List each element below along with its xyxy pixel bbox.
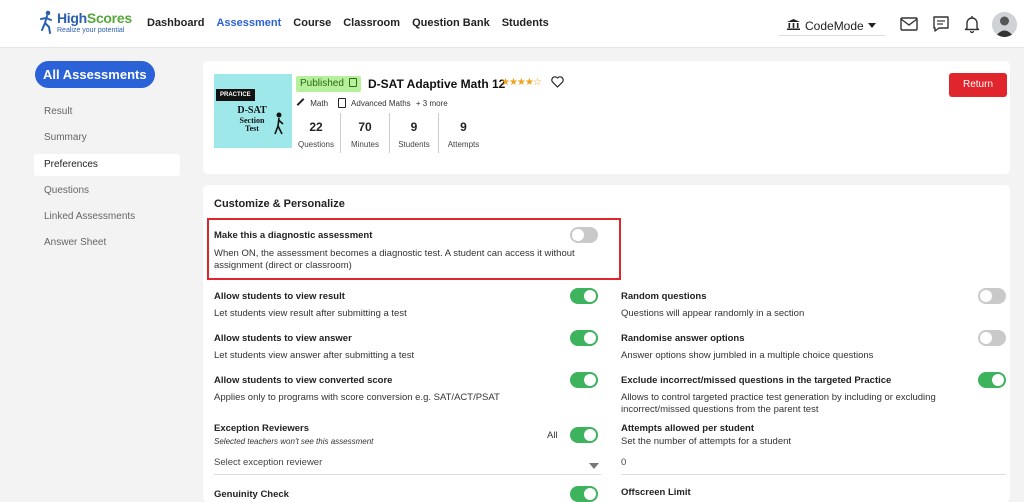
nav-course[interactable]: Course [293, 17, 331, 29]
sidebar-item-questions[interactable]: Questions [34, 180, 180, 202]
pencil-icon [296, 98, 305, 106]
stat-attempts: 9 Attempts [447, 120, 480, 149]
sidebar-item-result[interactable]: Result [34, 101, 180, 123]
logo-tagline: Realize your potential [57, 27, 125, 34]
chevron-down-icon [589, 463, 599, 469]
view-answer-toggle[interactable] [570, 330, 598, 346]
sidebar: All Assessments Result Summary Preferenc… [0, 48, 190, 502]
view-answer-option: Allow students to view answer Let studen… [214, 333, 415, 361]
mode-selector[interactable]: CodeMode [779, 14, 885, 36]
view-result-option: Allow students to view result Let studen… [214, 291, 407, 319]
main-nav: Dashboard Assessment Course Classroom Qu… [147, 17, 561, 29]
attempts-input[interactable]: 0 [621, 457, 1006, 475]
assessment-header-card: PRACTICE D-SAT Section Test Published D-… [203, 61, 1010, 174]
user-avatar[interactable] [992, 12, 1017, 37]
exclude-incorrect-toggle[interactable] [978, 372, 1006, 388]
top-navbar: HighScores Realize your potential Dashbo… [0, 0, 1024, 48]
bell-icon[interactable] [962, 14, 982, 34]
more-topics-link[interactable]: + 3 more [416, 99, 448, 108]
assessment-title: D-SAT Adaptive Math 12 [368, 77, 506, 91]
heart-icon[interactable] [551, 76, 564, 88]
logo-name: HighScores [57, 10, 132, 26]
topic-label: Advanced Maths [351, 99, 411, 108]
sidebar-item-preferences[interactable]: Preferences [34, 154, 180, 176]
all-assessments-button[interactable]: All Assessments [35, 61, 155, 88]
randomise-options-toggle[interactable] [978, 330, 1006, 346]
genuinity-check-option: Genuinity Check [214, 489, 289, 500]
settings-heading: Customize & Personalize [214, 198, 345, 210]
view-result-toggle[interactable] [570, 288, 598, 304]
randomise-options-option: Randomise answer options Answer options … [621, 333, 874, 361]
assessment-subjects: Math Advanced Maths + 3 more [296, 98, 448, 108]
nav-dashboard[interactable]: Dashboard [147, 17, 204, 29]
attempts-allowed-option: Attempts allowed per student Set the num… [621, 423, 792, 447]
chevron-down-icon [868, 23, 876, 28]
stat-minutes: 70 Minutes [341, 113, 390, 153]
return-button[interactable]: Return [949, 73, 1007, 97]
sidebar-item-answer-sheet[interactable]: Answer Sheet [34, 232, 180, 254]
random-questions-option: Random questions Questions will appear r… [621, 291, 805, 319]
highscores-logo[interactable]: HighScores Realize your potential [40, 9, 132, 39]
stat-students: 9 Students [390, 113, 439, 153]
rating-stars: ★★★★☆ [501, 77, 542, 88]
all-reviewers-label: All [547, 430, 558, 441]
runner-logo-icon [40, 10, 52, 34]
bank-icon [787, 19, 800, 30]
chat-icon[interactable] [931, 14, 951, 34]
nav-classroom[interactable]: Classroom [343, 17, 400, 29]
nav-question-bank[interactable]: Question Bank [412, 17, 490, 29]
status-badge: Published [296, 76, 361, 92]
nav-assessment[interactable]: Assessment [216, 17, 281, 29]
converted-score-option: Allow students to view converted score A… [214, 375, 500, 403]
exclude-incorrect-option: Exclude incorrect/missed questions in th… [621, 375, 936, 415]
stat-questions: 22 Questions [292, 113, 341, 153]
diagnostic-toggle[interactable] [570, 227, 598, 243]
nav-students[interactable]: Students [502, 17, 549, 29]
exception-reviewer-select[interactable]: Select exception reviewer [214, 457, 601, 475]
offscreen-limit-option: Offscreen Limit [621, 487, 691, 498]
student-figure-icon [274, 112, 284, 135]
converted-score-toggle[interactable] [570, 372, 598, 388]
sidebar-item-summary[interactable]: Summary [34, 127, 180, 149]
mode-label: CodeMode [805, 19, 864, 33]
thumbnail-tag: PRACTICE [216, 89, 255, 101]
exception-reviewers-option: Exception Reviewers Selected teachers wo… [214, 423, 374, 446]
settings-card: Customize & Personalize Make this a diag… [203, 185, 1010, 502]
lock-open-icon [348, 78, 357, 87]
assessment-thumbnail: PRACTICE D-SAT Section Test [214, 74, 292, 148]
thumbnail-title: D-SAT Section Test [237, 105, 267, 133]
clipboard-icon [338, 98, 347, 108]
exception-reviewers-toggle[interactable] [570, 427, 598, 443]
random-questions-toggle[interactable] [978, 288, 1006, 304]
sidebar-item-linked-assessments[interactable]: Linked Assessments [34, 206, 180, 228]
diagnostic-option: Make this a diagnostic assessment When O… [214, 230, 575, 271]
mail-icon[interactable] [899, 14, 919, 34]
assessment-stats: 22 Questions 70 Minutes 9 Students 9 Attempt… [292, 113, 488, 153]
genuinity-check-toggle[interactable] [570, 486, 598, 502]
user-avatar-image [992, 12, 1017, 37]
subject-label: Math [310, 99, 329, 108]
